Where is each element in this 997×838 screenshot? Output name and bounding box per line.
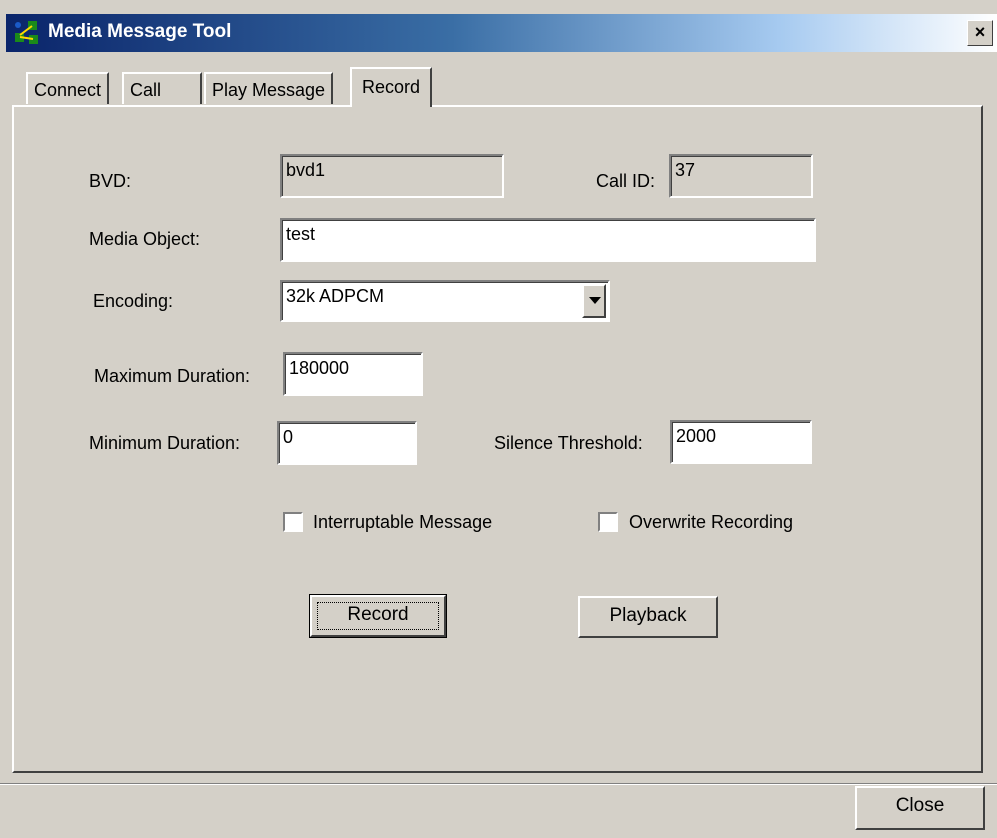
silence-threshold-input[interactable]: 2000 bbox=[670, 420, 812, 464]
call-id-label: Call ID: bbox=[596, 171, 656, 191]
overwrite-recording-label[interactable]: Overwrite Recording bbox=[629, 512, 793, 533]
media-object-input[interactable]: test bbox=[280, 218, 816, 262]
close-window-button[interactable]: × bbox=[967, 20, 993, 46]
overwrite-recording-checkbox[interactable] bbox=[598, 512, 618, 532]
tab-call[interactable]: Call bbox=[122, 72, 202, 104]
close-icon: × bbox=[974, 22, 986, 42]
app-network-icon bbox=[15, 21, 38, 44]
focus-rect bbox=[317, 602, 439, 630]
tab-connect[interactable]: Connect bbox=[26, 72, 110, 104]
silence-threshold-label: Silence Threshold: bbox=[494, 433, 643, 453]
encoding-select[interactable]: 32k ADPCM bbox=[280, 280, 610, 322]
bvd-field: bvd1 bbox=[280, 154, 504, 198]
bvd-label: BVD: bbox=[89, 171, 132, 191]
max-duration-label: Maximum Duration: bbox=[94, 366, 251, 386]
chevron-down-icon bbox=[589, 297, 601, 304]
call-id-field: 37 bbox=[669, 154, 813, 198]
close-button[interactable]: Close bbox=[855, 786, 985, 830]
separator bbox=[0, 783, 997, 785]
max-duration-input[interactable]: 180000 bbox=[283, 352, 423, 396]
title-bar: Media Message Tool × bbox=[6, 14, 997, 52]
playback-button[interactable]: Playback bbox=[578, 596, 718, 638]
window-title: Media Message Tool bbox=[48, 21, 232, 42]
encoding-label: Encoding: bbox=[93, 291, 174, 311]
min-duration-label: Minimum Duration: bbox=[89, 433, 241, 453]
interruptable-message-checkbox[interactable] bbox=[283, 512, 303, 532]
media-object-label: Media Object: bbox=[89, 229, 201, 249]
min-duration-input[interactable]: 0 bbox=[277, 421, 417, 465]
interruptable-message-label[interactable]: Interruptable Message bbox=[313, 512, 492, 533]
tab-record[interactable]: Record bbox=[350, 67, 433, 107]
record-button[interactable]: Record bbox=[309, 594, 447, 638]
tab-play-message[interactable]: Play Message bbox=[204, 72, 334, 104]
dropdown-arrow-button[interactable] bbox=[582, 284, 606, 318]
